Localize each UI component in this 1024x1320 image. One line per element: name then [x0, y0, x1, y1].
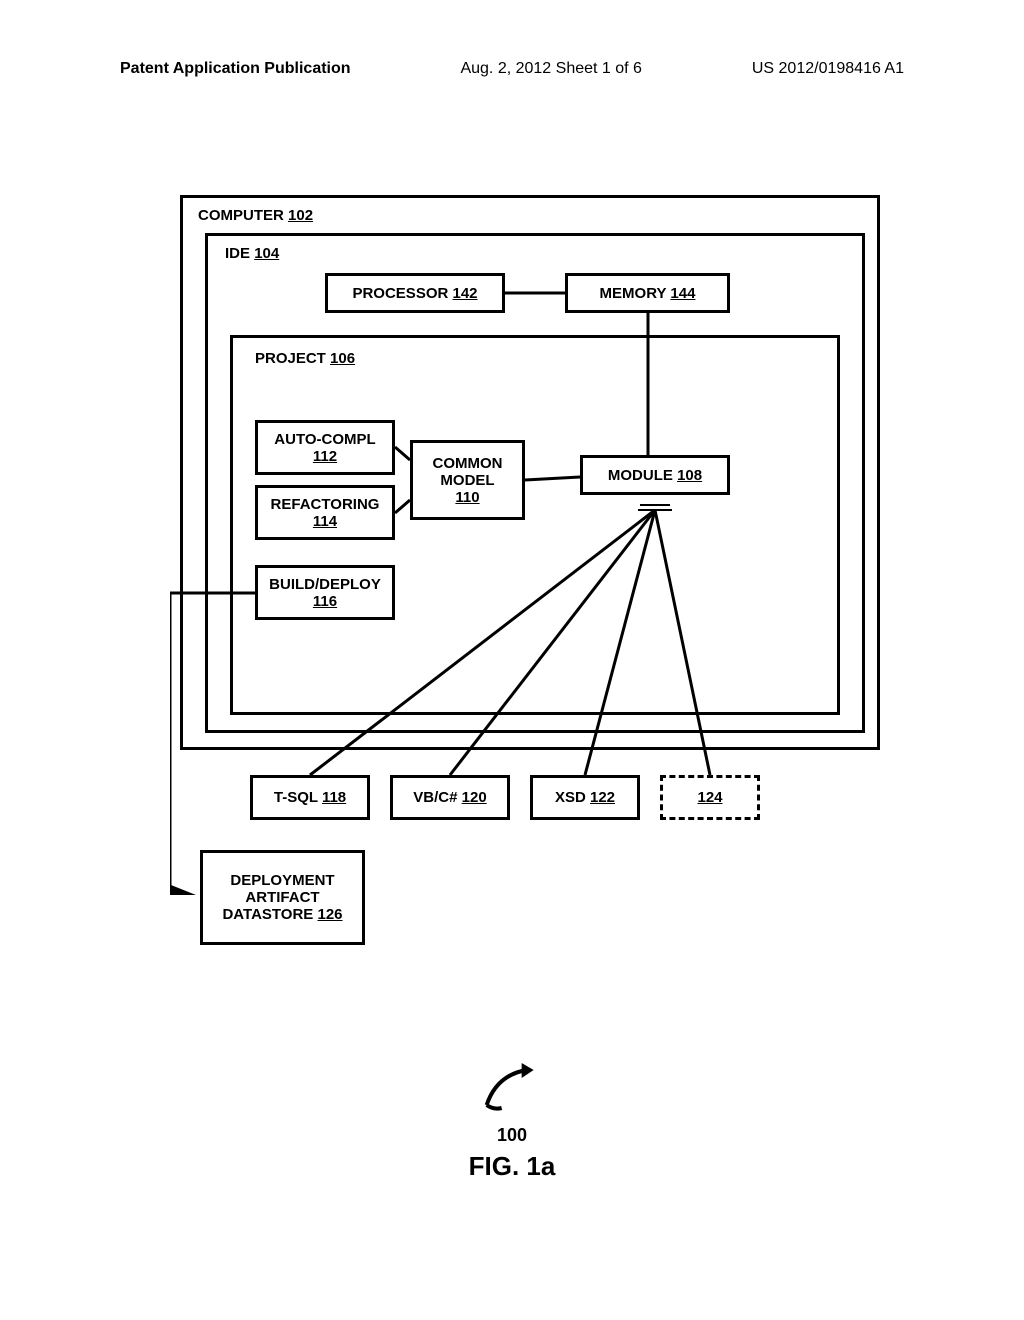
builddeploy-box: BUILD/DEPLOY 116 — [255, 565, 395, 620]
curve-arrow-icon — [472, 1060, 552, 1120]
autocompl-box: AUTO-COMPL 112 — [255, 420, 395, 475]
computer-label: COMPUTER 102 — [198, 207, 313, 224]
figure-ref: 100 — [469, 1125, 556, 1146]
processor-box: PROCESSOR 142 — [325, 273, 505, 313]
ext-box: 124 — [660, 775, 760, 820]
diagram: COMPUTER 102 IDE 104 PROCESSOR 142 MEMOR… — [170, 195, 890, 895]
refactoring-box: REFACTORING 114 — [255, 485, 395, 540]
header-right: US 2012/0198416 A1 — [752, 60, 904, 78]
project-label: PROJECT 106 — [255, 350, 355, 367]
figure-label: 100 FIG. 1a — [469, 1060, 556, 1182]
deployment-box: DEPLOYMENT ARTIFACT DATASTORE 126 — [200, 850, 365, 945]
vbcs-box: VB/C# 120 — [390, 775, 510, 820]
header-center: Aug. 2, 2012 Sheet 1 of 6 — [460, 60, 641, 78]
figure-caption: FIG. 1a — [469, 1151, 556, 1182]
commonmodel-box: COMMON MODEL 110 — [410, 440, 525, 520]
module-box: MODULE 108 — [580, 455, 730, 495]
header-left: Patent Application Publication — [120, 60, 351, 78]
xsd-box: XSD 122 — [530, 775, 640, 820]
page-header: Patent Application Publication Aug. 2, 2… — [0, 0, 1024, 98]
memory-box: MEMORY 144 — [565, 273, 730, 313]
ide-label: IDE 104 — [225, 245, 279, 262]
tsql-box: T-SQL 118 — [250, 775, 370, 820]
